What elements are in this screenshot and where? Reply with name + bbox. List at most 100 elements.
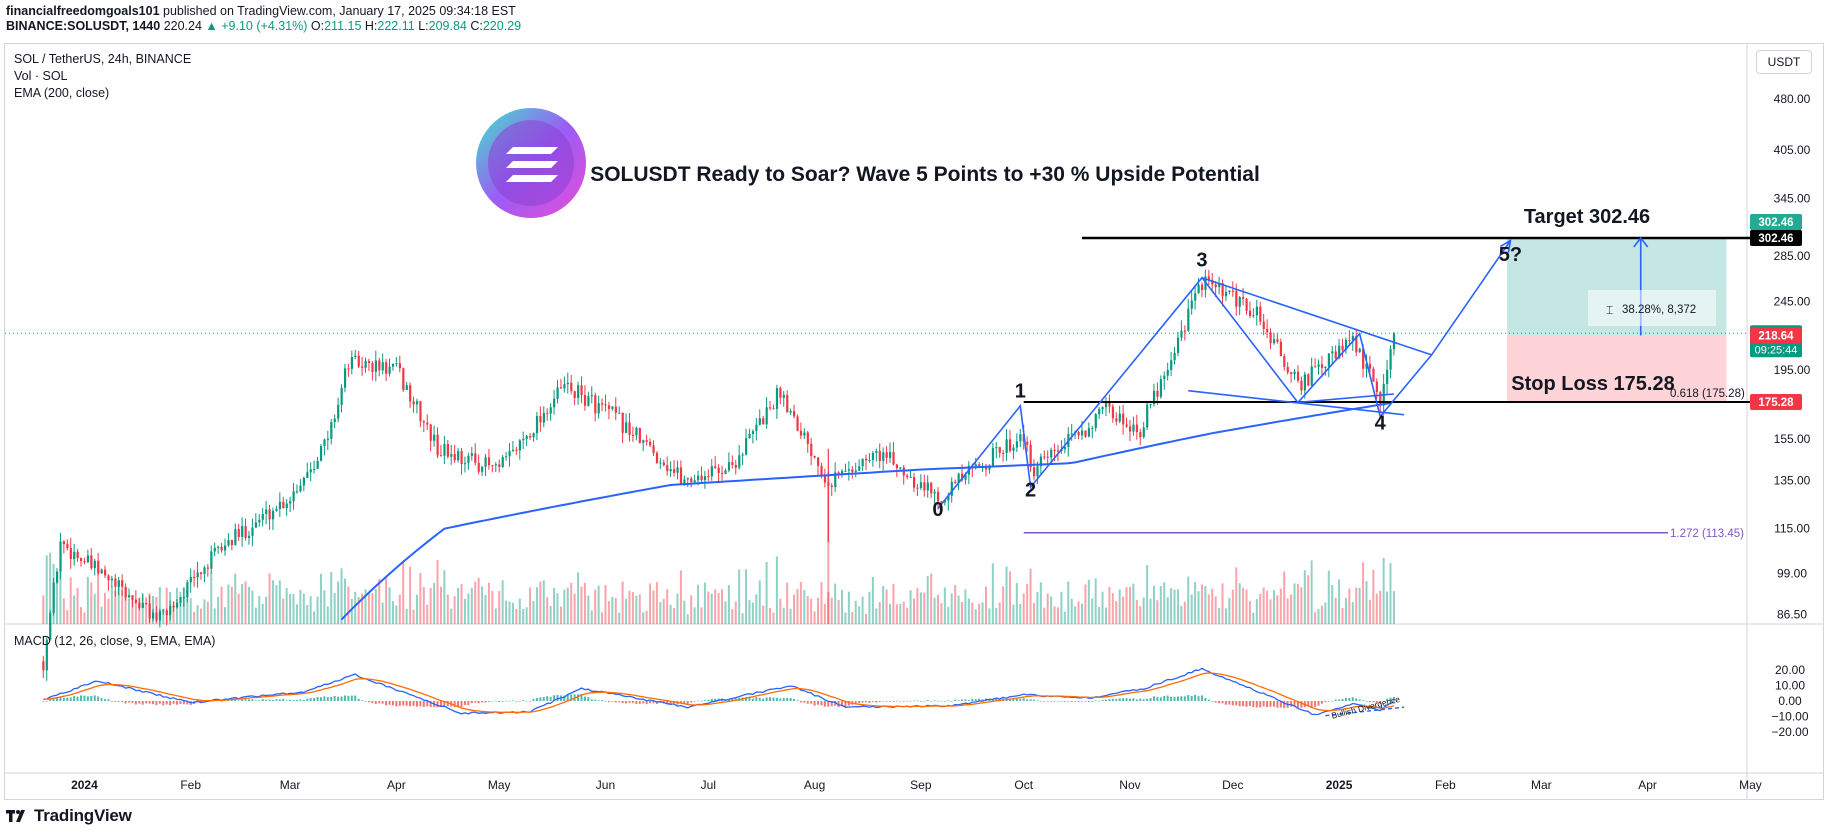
- candle-body: [700, 475, 703, 481]
- volume-bar: [494, 608, 497, 624]
- candle-body: [1056, 450, 1060, 452]
- candle-body: [474, 453, 477, 463]
- time-tick-label: Feb: [1435, 778, 1456, 792]
- volume-bar: [865, 613, 868, 624]
- candle-body: [367, 360, 371, 364]
- macd-histogram-bar: [73, 695, 76, 701]
- macd-histogram-bar: [943, 701, 946, 702]
- candle-body: [347, 368, 350, 370]
- legend-macd[interactable]: MACD (12, 26, close, 9, EMA, EMA): [14, 634, 215, 648]
- candle-body: [1104, 402, 1108, 408]
- candle-body: [1094, 414, 1097, 428]
- candle-body: [90, 555, 93, 569]
- macd-histogram-bar: [604, 700, 607, 702]
- macd-histogram-bar: [80, 695, 82, 701]
- target-label: Target 302.46: [1524, 206, 1650, 228]
- candle-body: [484, 457, 487, 467]
- volume-bar: [652, 590, 655, 624]
- candle-body: [628, 422, 631, 435]
- volume-bar: [1255, 599, 1258, 624]
- volume-bar: [1098, 607, 1101, 624]
- candle-body: [1197, 284, 1200, 294]
- candle-body: [758, 418, 761, 425]
- macd-histogram-bar: [1135, 699, 1138, 701]
- candle-body: [799, 430, 803, 436]
- candle-body: [326, 438, 330, 440]
- candle-body: [1122, 413, 1125, 425]
- macd-histogram-bar: [885, 701, 888, 702]
- volume-bar: [227, 584, 230, 624]
- volume-bar: [1252, 612, 1255, 624]
- volume-bar: [1324, 602, 1327, 624]
- candle-body: [806, 432, 809, 444]
- candle-body: [234, 529, 237, 546]
- time-tick-label: Nov: [1119, 778, 1140, 792]
- volume-bar: [347, 586, 350, 624]
- macd-histogram-bar: [299, 699, 302, 701]
- macd-histogram-bar: [155, 701, 158, 706]
- candle-body: [638, 427, 641, 443]
- candle-body: [429, 424, 432, 441]
- volume-bar: [998, 602, 1001, 624]
- candle-body: [361, 366, 364, 368]
- time-tick-label: 2025: [1326, 778, 1353, 792]
- volume-bar: [337, 581, 340, 624]
- macd-histogram-bar: [817, 701, 820, 705]
- wave-label-0: 0: [932, 499, 943, 521]
- volume-bar: [940, 603, 943, 624]
- footer-brand[interactable]: TradingView: [6, 806, 132, 826]
- candle-body: [803, 432, 806, 436]
- macd-histogram-bar: [103, 699, 106, 701]
- macd-histogram-bar: [330, 696, 333, 701]
- macd-histogram-bar: [799, 701, 802, 703]
- macd-histogram-bar: [1245, 701, 1248, 707]
- macd-histogram-bar: [97, 696, 100, 701]
- volume-bar: [570, 582, 573, 624]
- candle-body: [42, 661, 45, 671]
- volume-bar: [117, 580, 120, 624]
- candle-body: [415, 401, 419, 405]
- legend-volume[interactable]: Vol · SOL: [14, 69, 68, 83]
- volume-bar: [991, 563, 994, 624]
- volume-bar: [1166, 597, 1169, 624]
- macd-histogram-bar: [549, 696, 552, 701]
- volume-bar: [1190, 594, 1193, 624]
- time-tick-label: May: [488, 778, 511, 792]
- volume-bar: [597, 585, 600, 624]
- volume-bar: [700, 607, 703, 624]
- volume-bar: [947, 606, 950, 624]
- macd-histogram-bar: [758, 697, 761, 701]
- volume-bar: [121, 590, 124, 624]
- volume-bar: [645, 610, 648, 624]
- volume-bar: [66, 610, 69, 624]
- legend-pair[interactable]: SOL / TetherUS, 24h, BINANCE: [14, 52, 191, 66]
- candle-body: [460, 451, 463, 465]
- macd-histogram-bar: [241, 699, 244, 701]
- volume-bar: [625, 598, 628, 624]
- candle-body: [282, 501, 285, 509]
- candle-body: [1146, 404, 1149, 428]
- macd-histogram-bar: [1091, 701, 1094, 702]
- price-tick-label: 155.00: [1774, 432, 1811, 446]
- volume-bar: [964, 589, 967, 624]
- chart-canvas[interactable]: 0 1 2 3 4 5? SOLUSDT Ready to Soar? Wave 5 Poi…: [0, 0, 1829, 835]
- price-tick-label: 86.50: [1777, 607, 1807, 621]
- macd-histogram-bar: [419, 701, 422, 707]
- volume-bar: [319, 573, 322, 624]
- volume-bar: [960, 601, 963, 624]
- candle-body: [607, 405, 611, 409]
- candle-body: [570, 382, 573, 392]
- candle-body: [1331, 351, 1334, 354]
- volume-bar: [642, 612, 645, 624]
- candle-body: [631, 434, 635, 436]
- currency-button[interactable]: USDT: [1756, 50, 1812, 74]
- wave-label-2: 2: [1025, 479, 1036, 501]
- macd-histogram-bar: [1348, 698, 1351, 701]
- macd-histogram-bar: [340, 696, 343, 701]
- macd-histogram-bar: [1183, 696, 1186, 701]
- macd-histogram-bar: [121, 701, 124, 703]
- legend-ema[interactable]: EMA (200, close): [14, 86, 109, 100]
- candle-body: [378, 360, 381, 371]
- macd-histogram-bar: [477, 701, 480, 704]
- macd-histogram-bar: [1098, 700, 1101, 702]
